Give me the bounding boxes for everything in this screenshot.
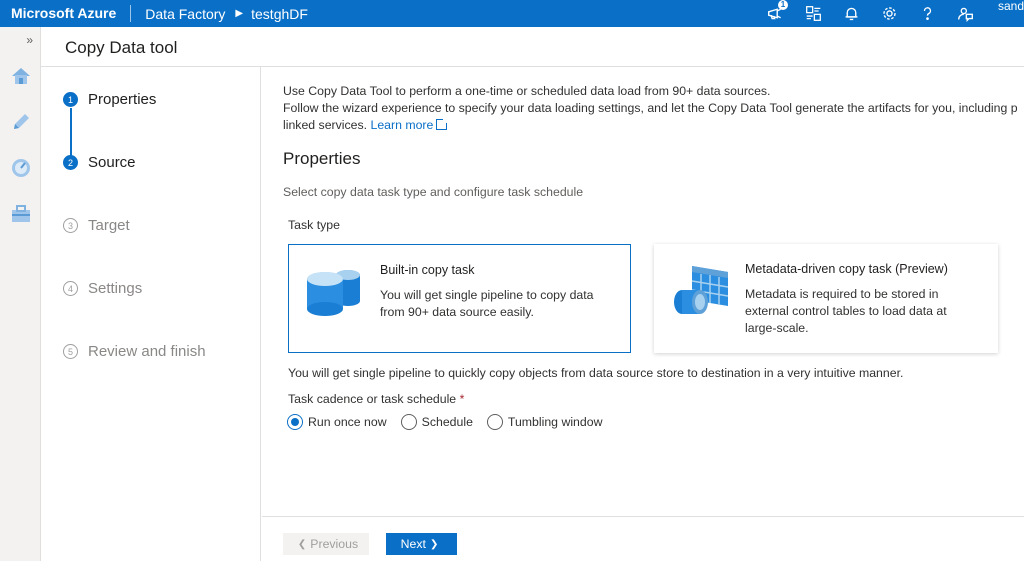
database-copy-icon bbox=[305, 265, 363, 326]
card-description: Metadata is required to be stored in ext… bbox=[745, 287, 947, 335]
chevron-right-icon: ❯ bbox=[429, 538, 439, 550]
step-settings[interactable]: 4 Settings bbox=[63, 280, 142, 297]
step-number: 2 bbox=[63, 155, 78, 170]
top-bar-icons: 1 sand bbox=[756, 0, 1024, 27]
step-target[interactable]: 3 Target bbox=[63, 217, 130, 234]
wizard-footer: ❮ Previous Next ❯ bbox=[262, 516, 1024, 561]
step-review-and-finish[interactable]: 5 Review and finish bbox=[63, 343, 206, 360]
radio-tumbling-window[interactable]: Tumbling window bbox=[486, 414, 603, 430]
intro-text: Use Copy Data Tool to perform a one-time… bbox=[283, 83, 1024, 134]
previous-button[interactable]: ❮ Previous bbox=[283, 533, 369, 555]
required-marker: * bbox=[459, 392, 465, 406]
chevron-left-icon: ❮ bbox=[297, 538, 307, 550]
metadata-driven-copy-task-card[interactable]: Metadata-driven copy task (Preview) Meta… bbox=[654, 244, 998, 353]
intro-line-2: Follow the wizard experience to specify … bbox=[283, 101, 1018, 115]
step-number: 4 bbox=[63, 281, 78, 296]
breadcrumb-factory-name[interactable]: testghDF bbox=[251, 6, 308, 22]
page-title: Copy Data tool bbox=[65, 38, 178, 57]
pencil-icon[interactable] bbox=[0, 99, 41, 145]
left-rail: » bbox=[0, 27, 41, 561]
radio-label: Run once now bbox=[308, 415, 387, 429]
step-progress-line bbox=[70, 108, 72, 160]
previous-label: Previous bbox=[310, 537, 359, 551]
intro-line-3: linked services. bbox=[283, 118, 368, 132]
cadence-radio-group: Run once now Schedule Tumbling window bbox=[287, 414, 616, 430]
breadcrumb-data-factory[interactable]: Data Factory bbox=[145, 6, 225, 22]
radio-run-once-now[interactable]: Run once now bbox=[287, 414, 387, 430]
external-link-icon bbox=[436, 118, 449, 130]
cadence-label-text: Task cadence or task schedule bbox=[288, 392, 457, 406]
gear-icon[interactable] bbox=[870, 0, 908, 27]
section-title: Properties bbox=[283, 149, 361, 168]
step-properties[interactable]: 1 Properties bbox=[63, 91, 156, 108]
step-label: Source bbox=[88, 154, 136, 171]
bell-icon[interactable] bbox=[832, 0, 870, 27]
built-in-copy-task-card[interactable]: Built-in copy task You will get single p… bbox=[288, 244, 631, 353]
page-header: Copy Data tool bbox=[41, 27, 1024, 67]
home-icon[interactable] bbox=[0, 53, 41, 99]
step-label: Target bbox=[88, 217, 130, 234]
task-type-description: You will get single pipeline to quickly … bbox=[288, 366, 904, 380]
card-title: Built-in copy task bbox=[380, 263, 475, 277]
intro-line-1: Use Copy Data Tool to perform a one-time… bbox=[283, 84, 771, 98]
task-type-label: Task type bbox=[288, 218, 340, 232]
radio-label: Tumbling window bbox=[507, 415, 603, 429]
radio-label: Schedule bbox=[421, 415, 473, 429]
cadence-label: Task cadence or task schedule * bbox=[288, 392, 464, 406]
brand-title[interactable]: Microsoft Azure bbox=[0, 5, 132, 22]
step-label: Settings bbox=[88, 280, 143, 297]
next-button[interactable]: Next ❯ bbox=[386, 533, 457, 555]
step-label: Properties bbox=[88, 91, 157, 108]
step-number: 5 bbox=[63, 344, 78, 359]
next-label: Next bbox=[400, 537, 426, 551]
section-subtitle: Select copy data task type and configure… bbox=[283, 185, 584, 199]
notification-count-badge: 1 bbox=[778, 0, 788, 10]
step-number: 3 bbox=[63, 218, 78, 233]
user-name[interactable]: sand bbox=[984, 0, 1024, 12]
radio-button-selected[interactable] bbox=[287, 414, 303, 430]
card-title: Metadata-driven copy task (Preview) bbox=[745, 262, 948, 276]
step-source[interactable]: 2 Source bbox=[63, 154, 136, 171]
toolbox-icon[interactable] bbox=[0, 191, 41, 237]
main-content: Use Copy Data Tool to perform a one-time… bbox=[262, 67, 1024, 517]
directory-icon[interactable] bbox=[794, 0, 832, 27]
breadcrumb: Data Factory ▶ testghDF bbox=[131, 6, 308, 22]
radio-schedule[interactable]: Schedule bbox=[400, 414, 473, 430]
learn-more-label: Learn more bbox=[370, 118, 434, 132]
learn-more-link[interactable]: Learn more bbox=[370, 118, 449, 132]
expand-rail-button[interactable]: » bbox=[0, 27, 41, 53]
top-bar: Microsoft Azure Data Factory ▶ testghDF … bbox=[0, 0, 1024, 27]
feedback-icon[interactable]: 1 bbox=[756, 0, 794, 27]
breadcrumb-separator-icon: ▶ bbox=[235, 8, 244, 19]
monitor-icon[interactable] bbox=[0, 145, 41, 191]
step-label: Review and finish bbox=[88, 343, 206, 360]
radio-button[interactable] bbox=[486, 414, 503, 430]
metadata-table-icon bbox=[670, 264, 732, 327]
help-icon[interactable] bbox=[908, 0, 946, 27]
person-feedback-icon[interactable] bbox=[946, 0, 984, 27]
radio-button[interactable] bbox=[400, 414, 417, 430]
step-number: 1 bbox=[63, 92, 78, 107]
card-description: You will get single pipeline to copy dat… bbox=[380, 288, 594, 319]
wizard-steps: 1 Properties 2 Source 3 Target 4 Setting… bbox=[41, 67, 261, 561]
